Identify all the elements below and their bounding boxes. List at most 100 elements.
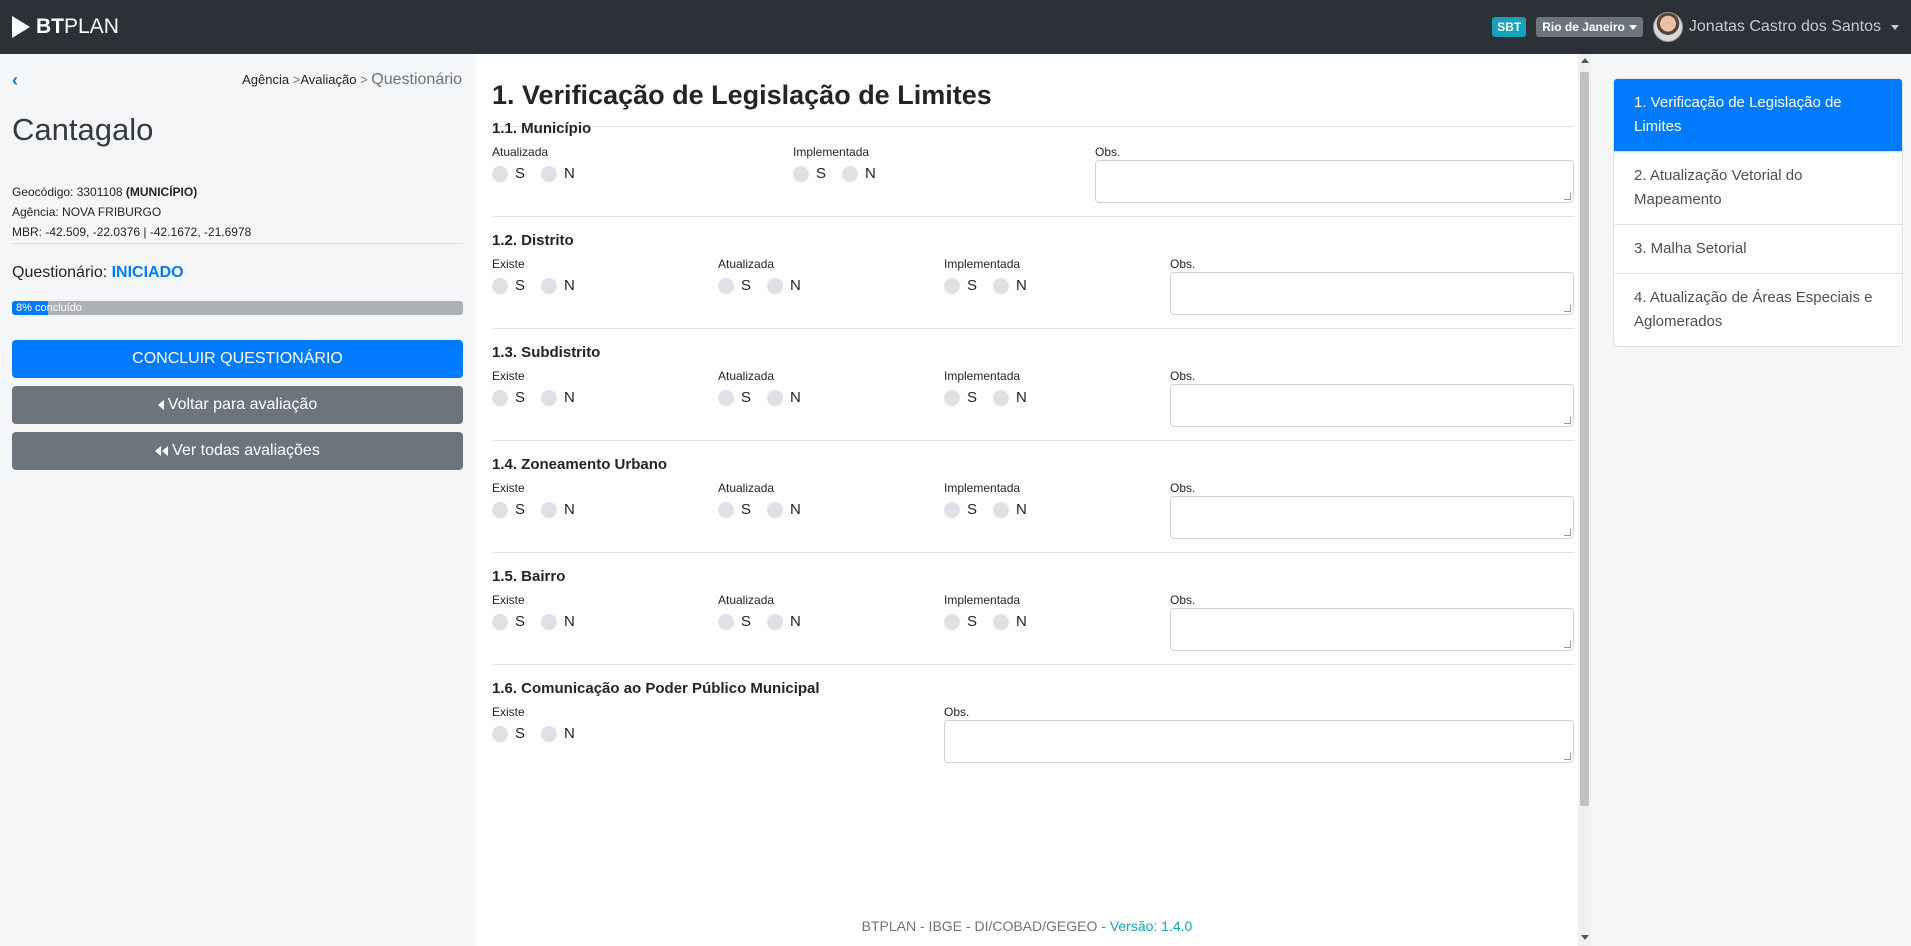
radio-yes[interactable] [944,613,960,630]
radio-no-label[interactable]: N [564,165,575,182]
obs-textarea[interactable] [1170,608,1574,651]
radio-no[interactable] [541,277,558,294]
radio-no-label[interactable]: N [1016,501,1027,518]
radio-no[interactable] [541,165,558,182]
field-label: Existe [492,481,525,495]
radio-yes[interactable] [718,277,734,294]
radio-yes-label[interactable]: S [515,613,525,630]
user-menu[interactable]: Jonatas Castro dos Santos [1652,12,1899,42]
radio-no-label[interactable]: N [1016,277,1027,294]
obs-textarea[interactable] [1170,496,1574,539]
scrollbar-thumb[interactable] [1580,72,1589,806]
progress-bar: 8% concluído [12,301,463,315]
voltar-avaliacao-button[interactable]: Voltar para avaliação [12,386,463,424]
radio-no[interactable] [993,613,1010,630]
radio-no-label[interactable]: N [790,501,801,518]
radio-yes[interactable] [492,613,508,630]
breadcrumb-agencia[interactable]: Agência [242,72,289,87]
radio-yes-label[interactable]: S [741,389,751,406]
radio-yes[interactable] [944,389,960,406]
caret-left-icon [157,400,164,410]
radio-yes[interactable] [492,501,508,518]
radio-yes-label[interactable]: S [515,389,525,406]
obs-textarea[interactable] [944,720,1574,763]
obs-textarea[interactable] [1170,384,1574,427]
field-implementada: Implementada S N [944,369,1043,406]
breadcrumb-avaliacao[interactable]: Avaliação [300,72,356,87]
obs-textarea[interactable] [1170,272,1574,315]
sidebar-item[interactable]: 4. Atualização de Áreas Especiais e Aglo… [1614,273,1902,346]
sidebar-item[interactable]: 2. Atualização Vetorial do Mapeamento [1614,151,1902,224]
radio-no-label[interactable]: N [564,725,575,742]
radio-no[interactable] [541,613,558,630]
obs-label: Obs. [1170,593,1196,607]
field-implementada: Implementada S N [944,481,1043,518]
radio-yes-label[interactable]: S [515,725,525,742]
radio-no[interactable] [541,389,558,406]
radio-yes[interactable] [492,389,508,406]
field-implementada: Implementada S N [944,257,1043,294]
radio-yes-label[interactable]: S [967,277,977,294]
ver-todas-avaliacoes-button[interactable]: Ver todas avaliações [12,432,463,470]
radio-yes[interactable] [944,277,960,294]
divider [492,552,1574,553]
radio-group: SN [492,501,591,518]
region-dropdown[interactable]: Rio de Janeiro [1536,17,1643,37]
radio-yes-label[interactable]: S [967,613,977,630]
radio-group: SN [718,613,817,630]
radio-no-label[interactable]: N [1016,389,1027,406]
radio-yes[interactable] [718,501,734,518]
radio-no[interactable] [993,389,1010,406]
radio-no-label[interactable]: N [564,501,575,518]
radio-yes-label[interactable]: S [515,277,525,294]
field-label: Existe [492,257,525,271]
radio-no-label[interactable]: N [1016,613,1027,630]
radio-no[interactable] [767,277,784,294]
obs-textarea[interactable] [1095,160,1574,203]
radio-no[interactable] [842,165,859,182]
sidebar-item[interactable]: 1. Verificação de Legislação de Limites [1614,79,1902,151]
right-panel: 1. Verificação de Legislação de Limites 2… [1591,54,1911,946]
radio-yes-label[interactable]: S [967,501,977,518]
radio-yes-label[interactable]: S [741,613,751,630]
obs-label: Obs. [1095,145,1121,159]
radio-yes[interactable] [793,165,809,182]
radio-no[interactable] [541,725,558,742]
scrollbar[interactable] [1578,54,1591,946]
radio-no[interactable] [541,501,558,518]
radio-yes[interactable] [492,277,508,294]
radio-yes[interactable] [718,613,734,630]
status-text: Questionário: INICIADO [12,264,184,281]
radio-no[interactable] [767,613,784,630]
radio-yes-label[interactable]: S [741,277,751,294]
radio-no[interactable] [993,277,1010,294]
radio-no-label[interactable]: N [790,613,801,630]
status-badge: INICIADO [111,264,184,281]
radio-no-label[interactable]: N [790,389,801,406]
radio-no[interactable] [993,501,1010,518]
radio-no-label[interactable]: N [564,613,575,630]
radio-yes-label[interactable]: S [967,389,977,406]
region-label: Rio de Janeiro [1542,20,1625,34]
scroll-down-icon[interactable] [1581,935,1589,940]
radio-yes-label[interactable]: S [515,501,525,518]
radio-yes[interactable] [492,725,508,742]
sidebar-item[interactable]: 3. Malha Setorial [1614,224,1902,273]
radio-no-label[interactable]: N [865,165,876,182]
radio-no[interactable] [767,501,784,518]
version-link[interactable]: Versão: 1.4.0 [1110,918,1193,934]
radio-yes[interactable] [492,165,508,182]
scroll-up-icon[interactable] [1581,58,1589,63]
radio-yes-label[interactable]: S [515,165,525,182]
radio-yes[interactable] [944,501,960,518]
radio-no[interactable] [767,389,784,406]
radio-yes-label[interactable]: S [741,501,751,518]
concluir-questionario-button[interactable]: CONCLUIR QUESTIONÁRIO [12,340,463,378]
radio-yes[interactable] [718,389,734,406]
radio-no-label[interactable]: N [564,277,575,294]
radio-no-label[interactable]: N [564,389,575,406]
radio-yes-label[interactable]: S [816,165,826,182]
brand-logo[interactable]: BT PLAN [12,15,119,39]
chevron-left-icon[interactable]: ‹ [12,71,18,89]
radio-no-label[interactable]: N [790,277,801,294]
